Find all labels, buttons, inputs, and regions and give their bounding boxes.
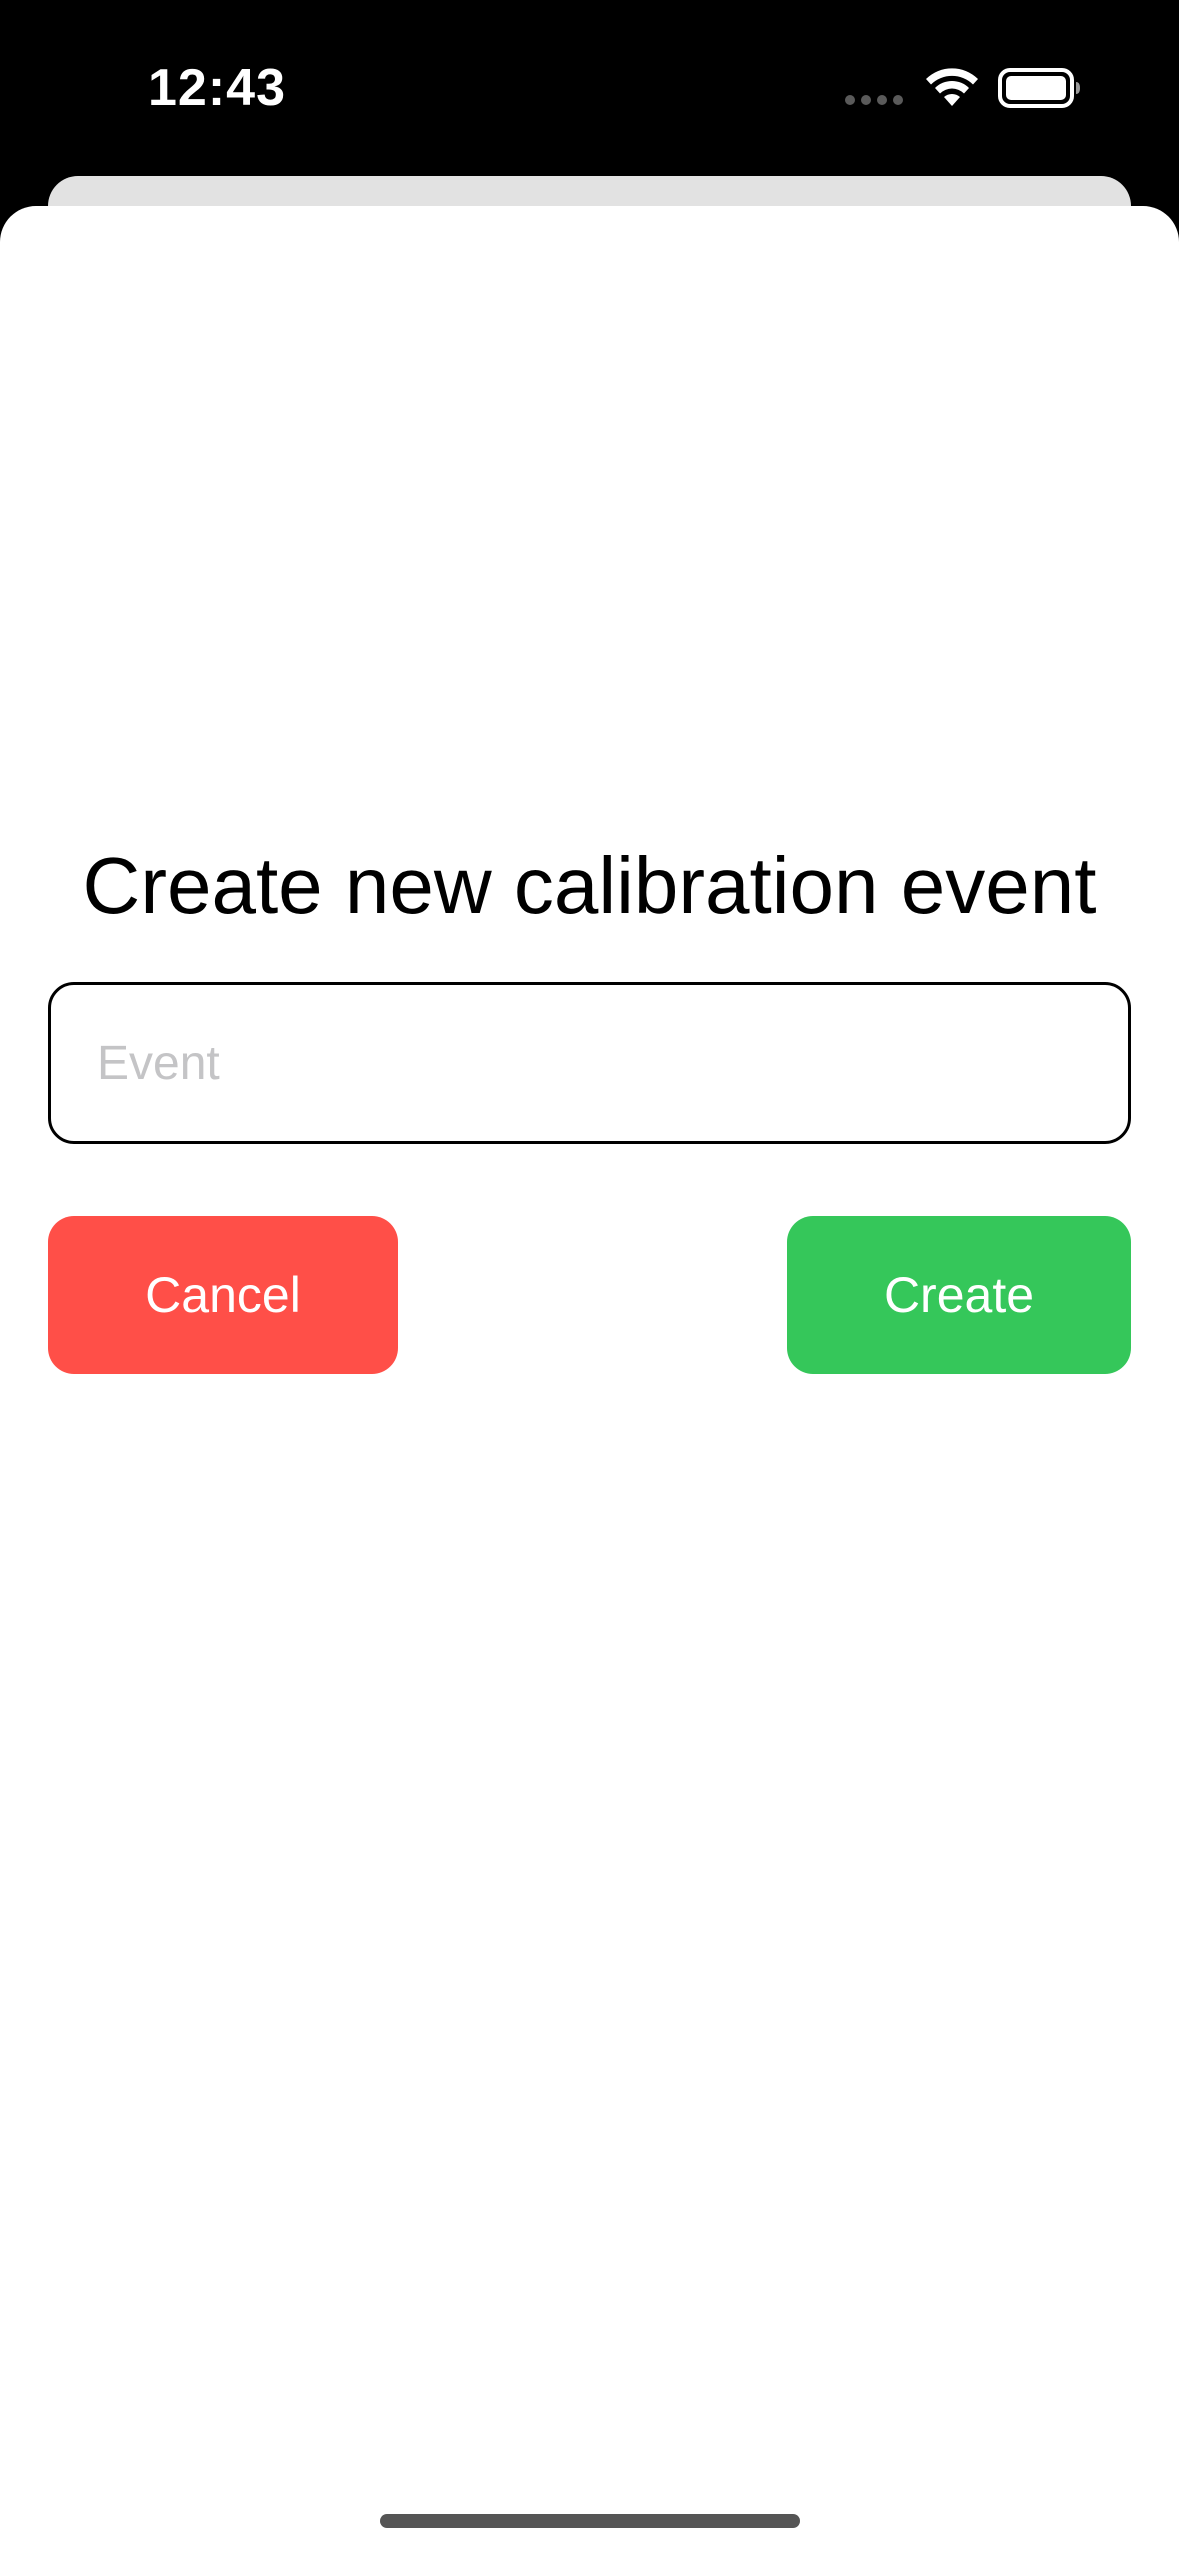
- phone-screen: 12:43 Create new calibration event Cance…: [0, 0, 1179, 2556]
- signal-dots-icon: [845, 95, 903, 105]
- dialog-title: Create new calibration event: [82, 841, 1097, 930]
- cancel-button[interactable]: Cancel: [48, 1216, 398, 1374]
- wifi-icon: [926, 68, 978, 106]
- create-button[interactable]: Create: [787, 1216, 1131, 1374]
- status-time: 12:43: [148, 59, 286, 117]
- home-indicator: [380, 2514, 800, 2528]
- status-bar: 12:43: [0, 0, 1179, 176]
- battery-icon: [998, 68, 1080, 108]
- modal-sheet: [0, 206, 1179, 2556]
- event-input[interactable]: [48, 982, 1131, 1144]
